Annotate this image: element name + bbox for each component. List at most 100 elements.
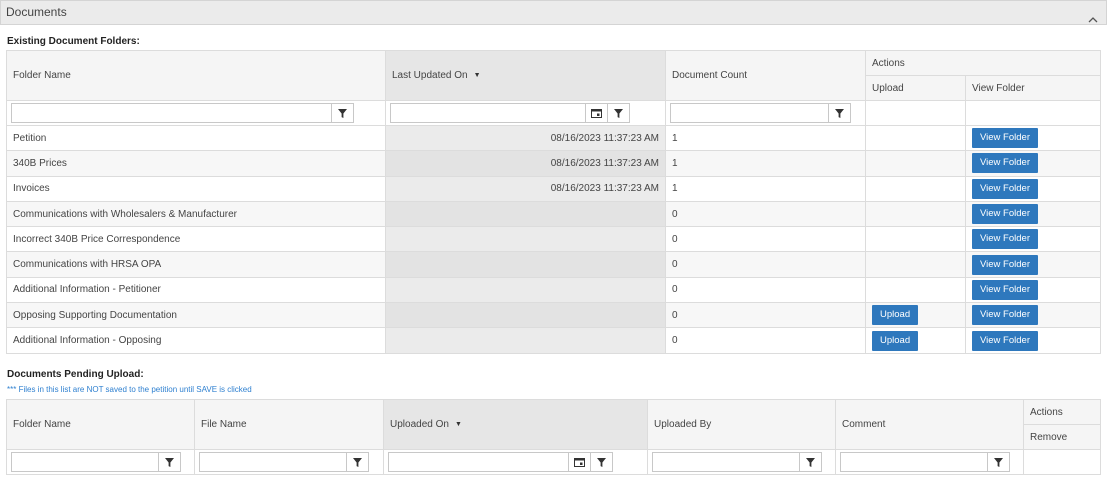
calendar-icon[interactable] [586, 103, 608, 123]
document-count-cell: 0 [665, 302, 866, 329]
document-count-cell: 0 [665, 226, 866, 253]
panel-title: Documents [6, 5, 67, 19]
last-updated-cell: 08/16/2023 11:37:23 AM [385, 175, 666, 202]
view-folder-button[interactable]: View Folder [972, 128, 1038, 149]
table-row[interactable]: Additional Information - Petitioner 0 View… [6, 276, 1102, 304]
col-header-folder-name[interactable]: Folder Name [6, 399, 195, 450]
filter-icon[interactable] [988, 452, 1010, 472]
view-folder-cell: View Folder [964, 251, 1102, 278]
view-folder-cell: View Folder [964, 327, 1102, 354]
table-row[interactable]: Communications with Wholesalers & Manufa… [6, 200, 1102, 228]
upload-cell [865, 175, 966, 202]
table-row[interactable]: 340B Prices 08/16/2023 11:37:23 AM 1 View F… [6, 150, 1102, 177]
upload-cell [865, 150, 966, 177]
filter-cell-uploaded-on [383, 449, 648, 475]
view-folder-cell: View Folder [964, 276, 1102, 304]
last-updated-cell [385, 276, 666, 304]
filter-input-uploaded-on[interactable] [388, 452, 569, 472]
filter-icon[interactable] [829, 103, 851, 123]
view-folder-button[interactable]: View Folder [972, 178, 1038, 199]
view-folder-cell: View Folder [964, 150, 1102, 177]
col-header-remove: Remove [1023, 424, 1101, 450]
view-folder-cell: View Folder [964, 226, 1102, 253]
view-folder-cell: View Folder [964, 302, 1102, 329]
upload-cell: Upload [865, 302, 966, 329]
last-updated-cell: 08/16/2023 11:37:23 AM [385, 150, 666, 177]
document-count-cell: 0 [665, 251, 866, 278]
view-folder-cell: View Folder [964, 124, 1102, 152]
col-header-last-updated[interactable]: Last Updated On ▼ [385, 50, 666, 101]
last-updated-cell [385, 327, 666, 354]
view-folder-button[interactable]: View Folder [972, 254, 1038, 275]
folder-name-cell: Petition [6, 124, 386, 152]
filter-input-document-count[interactable] [670, 103, 829, 123]
col-header-actions: Actions [864, 50, 1102, 76]
folder-name-cell: Additional Information - Opposing [6, 327, 386, 354]
folder-name-cell: Incorrect 340B Price Correspondence [6, 226, 386, 253]
filter-icon[interactable] [159, 452, 181, 472]
upload-cell [865, 226, 966, 253]
view-folder-button[interactable]: View Folder [972, 279, 1038, 300]
folder-name-cell: Opposing Supporting Documentation [6, 302, 386, 329]
filter-cell-folder-name [6, 449, 195, 475]
table-row[interactable]: Incorrect 340B Price Correspondence 0 View… [6, 226, 1102, 253]
existing-folders-title: Existing Document Folders: [7, 36, 140, 47]
folder-name-cell: Communications with Wholesalers & Manufa… [6, 200, 386, 228]
col-header-uploaded-by[interactable]: Uploaded By [647, 399, 836, 450]
filter-icon[interactable] [800, 452, 822, 472]
filter-icon[interactable] [332, 103, 354, 123]
view-folder-button[interactable]: View Folder [972, 229, 1038, 250]
filter-cell-uploaded-by [647, 449, 836, 475]
pending-uploads-note: *** Files in this list are NOT saved to … [7, 385, 252, 394]
last-updated-cell [385, 251, 666, 278]
document-count-cell: 0 [665, 200, 866, 228]
table-row[interactable]: Additional Information - Opposing 0 Upload… [6, 327, 1102, 354]
folder-name-cell: 340B Prices [6, 150, 386, 177]
pending-uploads-title: Documents Pending Upload: [7, 369, 144, 380]
folder-name-cell: Additional Information - Petitioner [6, 276, 386, 304]
documents-panel-header[interactable]: Documents [0, 0, 1107, 25]
document-count-cell: 1 [665, 150, 866, 177]
filter-input-folder-name[interactable] [11, 103, 332, 123]
filter-input-last-updated[interactable] [390, 103, 586, 123]
table-row[interactable]: Invoices 08/16/2023 11:37:23 AM 1 View Fold… [6, 175, 1102, 202]
view-folder-button[interactable]: View Folder [972, 153, 1038, 174]
filter-icon[interactable] [608, 103, 630, 123]
col-header-view-folder: View Folder [964, 75, 1102, 101]
filter-input-file-name[interactable] [199, 452, 347, 472]
upload-cell [865, 251, 966, 278]
filter-input-comment[interactable] [840, 452, 988, 472]
filter-input-folder-name[interactable] [11, 452, 159, 472]
col-header-folder-name[interactable]: Folder Name [6, 50, 386, 101]
table-row[interactable]: Opposing Supporting Documentation 0 Upload… [6, 302, 1102, 329]
col-header-comment[interactable]: Comment [835, 399, 1024, 450]
col-header-document-count[interactable]: Document Count [665, 50, 866, 101]
existing-folders-table: Folder Name Last Updated On ▼ Document Co… [6, 50, 1102, 354]
filter-input-uploaded-by[interactable] [652, 452, 800, 472]
upload-button[interactable]: Upload [872, 330, 919, 351]
view-folder-button[interactable]: View Folder [972, 204, 1038, 225]
upload-cell [865, 276, 966, 304]
pending-uploads-table: Folder Name File Name Uploaded On ▼ Uploa… [6, 399, 1101, 475]
filter-cell-folder-name [6, 100, 386, 126]
col-header-file-name[interactable]: File Name [194, 399, 384, 450]
table-row[interactable]: Communications with HRSA OPA 0 View Folder [6, 251, 1102, 278]
document-count-cell: 0 [665, 327, 866, 354]
filter-icon[interactable] [347, 452, 369, 472]
filter-cell-last-updated [385, 100, 666, 126]
filter-cell-document-count [665, 100, 866, 126]
chevron-up-icon[interactable] [1088, 8, 1098, 30]
upload-cell: Upload [865, 327, 966, 354]
table-row[interactable]: Petition 08/16/2023 11:37:23 AM 1 View Fold… [6, 124, 1102, 152]
view-folder-button[interactable]: View Folder [972, 330, 1038, 351]
document-count-cell: 0 [665, 276, 866, 304]
col-header-upload: Upload [865, 75, 966, 101]
last-updated-cell [385, 226, 666, 253]
filter-icon[interactable] [591, 452, 613, 472]
calendar-icon[interactable] [569, 452, 591, 472]
view-folder-button[interactable]: View Folder [972, 305, 1038, 326]
upload-button[interactable]: Upload [872, 305, 919, 326]
view-folder-cell: View Folder [964, 175, 1102, 202]
col-header-uploaded-on[interactable]: Uploaded On ▼ [383, 399, 648, 450]
upload-cell [865, 124, 966, 152]
